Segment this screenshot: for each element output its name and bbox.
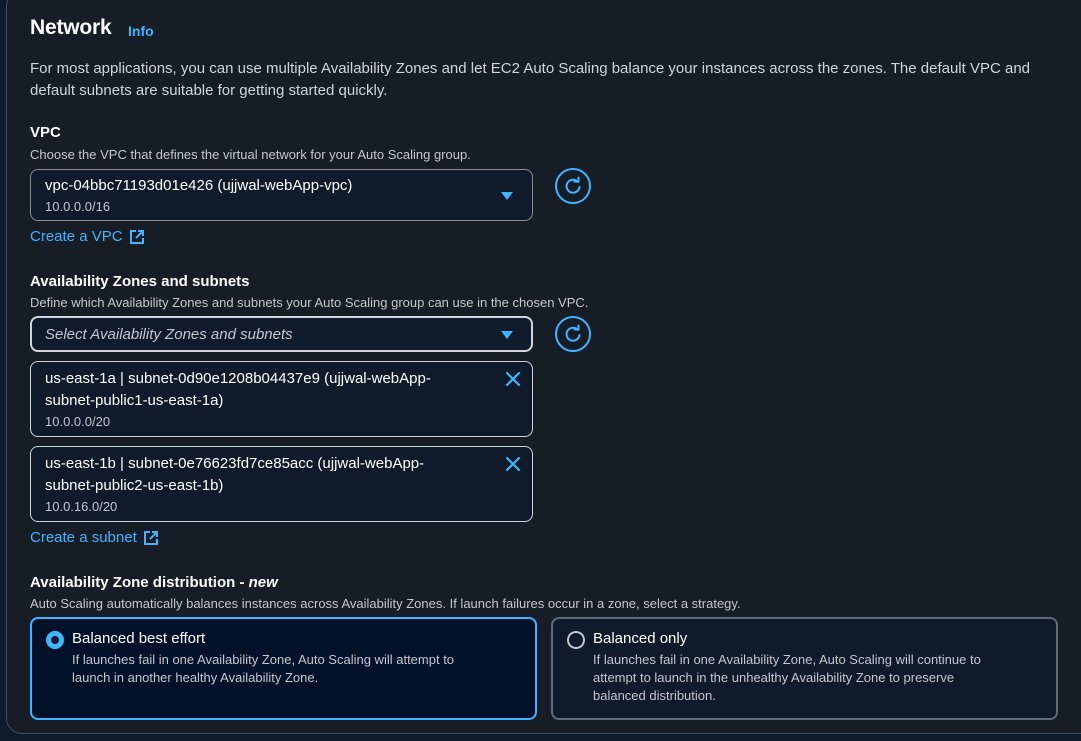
az-placeholder: Select Availability Zones and subnets bbox=[45, 326, 293, 343]
subnet-token-line1: us-east-1b | subnet-0e76623fd7ce85acc (u… bbox=[45, 455, 425, 472]
refresh-icon bbox=[565, 176, 581, 194]
vpc-label: VPC bbox=[30, 124, 61, 141]
vpc-selected-value: vpc-04bbc71193d01e426 (ujjwal-webApp-vpc… bbox=[45, 177, 353, 194]
radio-unselected-icon[interactable] bbox=[567, 631, 585, 649]
vpc-hint: Choose the VPC that defines the virtual … bbox=[30, 147, 471, 162]
option-desc-line2: attempt to launch in the unhealthy Avail… bbox=[593, 670, 955, 685]
create-vpc-link[interactable]: Create a VPC bbox=[30, 228, 145, 245]
refresh-az-button[interactable] bbox=[555, 316, 591, 352]
subnet-token: us-east-1b | subnet-0e76623fd7ce85acc (u… bbox=[30, 446, 533, 522]
create-vpc-label: Create a VPC bbox=[30, 228, 123, 245]
section-description: For most applications, you can use multi… bbox=[30, 60, 1031, 99]
refresh-icon bbox=[565, 324, 581, 342]
external-link-icon bbox=[129, 229, 144, 244]
az-select[interactable]: Select Availability Zones and subnets bbox=[30, 316, 533, 352]
chevron-down-icon bbox=[501, 192, 513, 200]
subnet-token-line2: subnet-public1-us-east-1a) bbox=[45, 392, 224, 409]
option-desc-line1: If launches fail in one Availability Zon… bbox=[72, 652, 455, 667]
close-icon[interactable] bbox=[505, 371, 521, 387]
distribution-hint: Auto Scaling automatically balances inst… bbox=[30, 596, 741, 611]
subnet-token-line1: us-east-1a | subnet-0d90e1208b04437e9 (u… bbox=[45, 370, 431, 387]
close-icon[interactable] bbox=[505, 456, 521, 472]
az-hint: Define which Availability Zones and subn… bbox=[30, 295, 589, 310]
distribution-label: Availability Zone distribution - new bbox=[30, 574, 278, 591]
subnet-token: us-east-1a | subnet-0d90e1208b04437e9 (u… bbox=[30, 361, 533, 437]
radio-selected-icon[interactable] bbox=[46, 631, 64, 649]
option-desc-line1: If launches fail in one Availability Zon… bbox=[593, 652, 981, 667]
option-title: Balanced best effort bbox=[72, 630, 206, 647]
subnet-token-line2: subnet-public2-us-east-1b) bbox=[45, 477, 224, 494]
create-subnet-label: Create a subnet bbox=[30, 529, 137, 546]
option-title: Balanced only bbox=[593, 630, 688, 647]
subnet-token-cidr: 10.0.0.0/20 bbox=[45, 414, 111, 429]
refresh-vpc-button[interactable] bbox=[555, 168, 591, 204]
info-link[interactable]: Info bbox=[128, 23, 154, 39]
subnet-token-cidr: 10.0.16.0/20 bbox=[45, 499, 118, 514]
option-balanced-only[interactable]: Balanced only If launches fail in one Av… bbox=[551, 617, 1058, 720]
distribution-label-text: Availability Zone distribution - bbox=[30, 574, 249, 591]
create-subnet-link[interactable]: Create a subnet bbox=[30, 529, 159, 546]
vpc-selected-cidr: 10.0.0.0/16 bbox=[45, 199, 111, 214]
section-title: Network bbox=[30, 16, 112, 39]
chevron-down-icon bbox=[501, 331, 513, 339]
az-label: Availability Zones and subnets bbox=[30, 273, 250, 290]
new-badge: new bbox=[248, 574, 278, 591]
option-balanced-best-effort[interactable]: Balanced best effort If launches fail in… bbox=[30, 617, 537, 720]
option-desc-line3: balanced distribution. bbox=[593, 688, 716, 703]
vpc-select[interactable]: vpc-04bbc71193d01e426 (ujjwal-webApp-vpc… bbox=[30, 169, 533, 221]
external-link-icon bbox=[143, 530, 158, 545]
option-desc-line2: launch in another healthy Availability Z… bbox=[72, 670, 319, 685]
